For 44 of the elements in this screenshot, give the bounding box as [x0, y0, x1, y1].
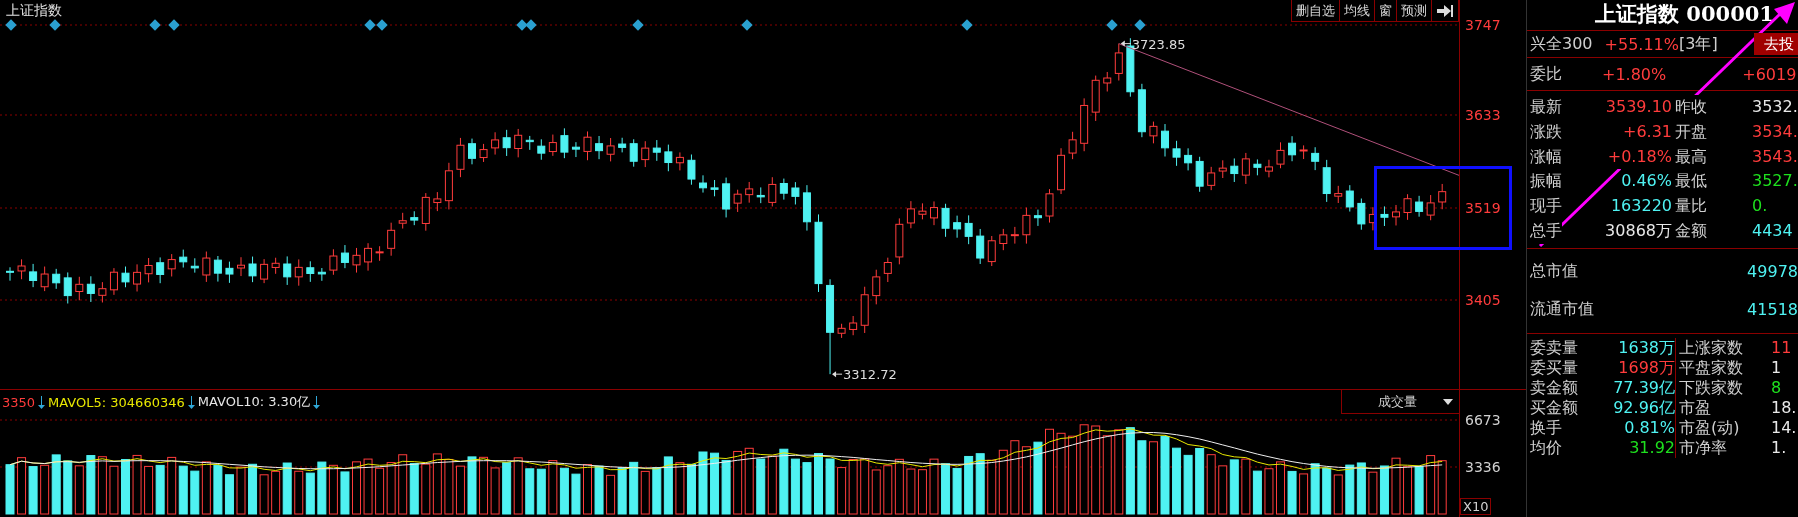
volume-axis-label: 3336	[1465, 459, 1501, 475]
down-arrow-icon	[313, 395, 321, 409]
quote-label: 下跌家数	[1675, 377, 1743, 398]
quote-label: 平盘家数	[1675, 357, 1743, 378]
quote-label: 上涨家数	[1675, 337, 1743, 358]
quote-label: 委比	[1530, 63, 1562, 85]
quote-label: 买金额	[1530, 397, 1578, 418]
indicator-value: 3350	[2, 394, 36, 410]
high-price-label: 3723.85	[1131, 36, 1186, 52]
exit-icon	[1436, 3, 1454, 18]
indicator-value: MAVOL5: 304660346	[48, 394, 185, 410]
fund-name: 兴全300	[1530, 33, 1593, 55]
down-arrow-icon	[187, 395, 195, 409]
quote-value: 92.96亿	[1613, 397, 1675, 418]
quote-label: 昨收	[1672, 95, 1707, 120]
price-axis-label: 3519	[1465, 200, 1501, 216]
pointer-arrow-icon	[1120, 40, 1132, 47]
indicator-value: MAVOL10: 3.30亿	[197, 393, 311, 411]
chart-title: 上证指数	[5, 1, 62, 20]
low-price-label: 3312.72	[843, 367, 897, 383]
volume-axis-label: 6673	[1465, 412, 1501, 428]
invest-button[interactable]: 去投	[1754, 33, 1798, 55]
price-axis-label: 3633	[1465, 107, 1501, 123]
quote-label: 总手	[1530, 219, 1562, 244]
quote-label: 委卖量	[1530, 337, 1578, 358]
quote-value: 77.39亿	[1613, 377, 1675, 398]
indicator-dropdown[interactable]: 成交量	[1341, 390, 1459, 414]
price-axis-label: 3405	[1465, 292, 1501, 308]
down-arrow-icon	[38, 395, 46, 409]
price-axis-label: 3747	[1465, 17, 1501, 33]
quote-label: 市盈(动)	[1675, 417, 1740, 438]
quote-title: 上证指数 000001	[1594, 0, 1775, 28]
quote-value: +0.18%	[1607, 144, 1672, 170]
quote-label: 市盈	[1675, 397, 1711, 418]
multiplier-label: X10	[1460, 498, 1492, 515]
quote-value: +6.31	[1622, 119, 1672, 145]
quote-label: 委买量	[1530, 357, 1578, 378]
caret-icon	[1443, 398, 1453, 405]
pointer-arrow-icon	[832, 371, 843, 378]
quote-label: 市净率	[1675, 437, 1727, 458]
fund-period: [3年]	[1678, 33, 1718, 55]
quote-label: 卖金额	[1530, 377, 1578, 398]
quote-label: 均价	[1530, 437, 1562, 458]
quote-label: 换手	[1530, 417, 1562, 438]
